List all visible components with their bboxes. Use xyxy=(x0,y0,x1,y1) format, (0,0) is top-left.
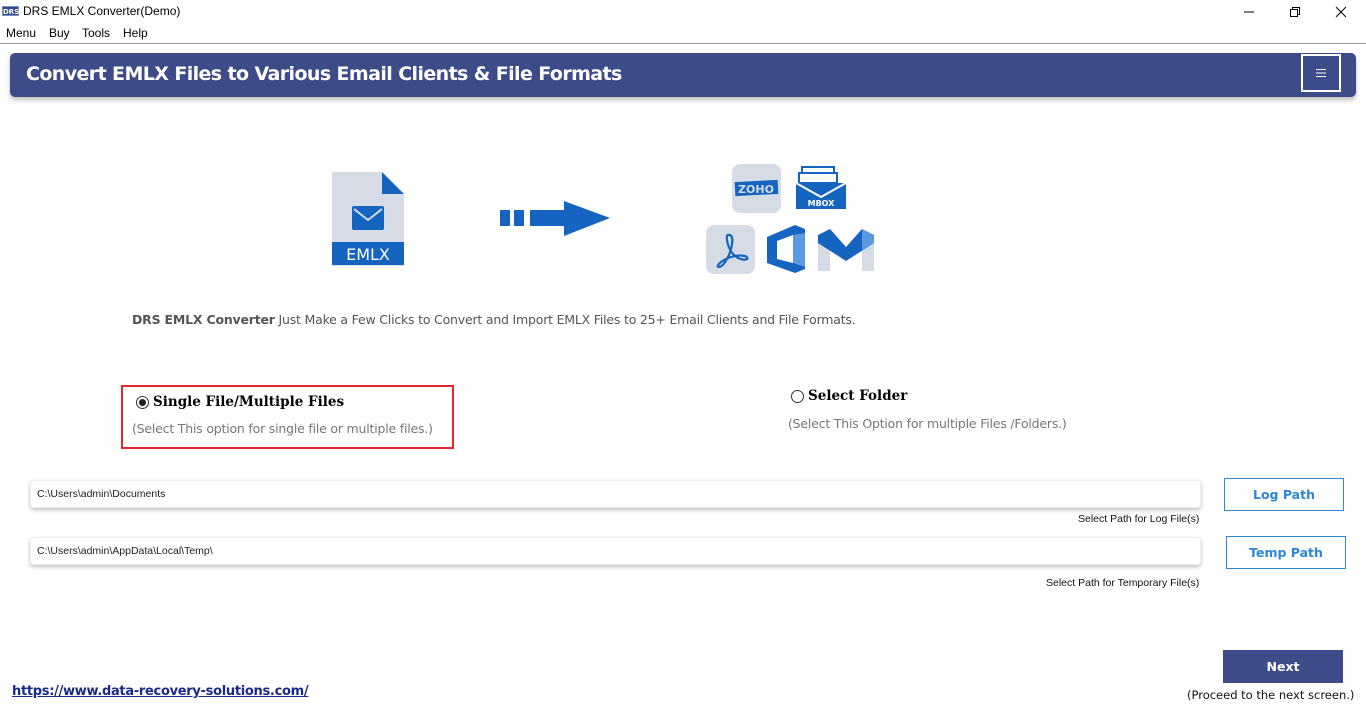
temp-path-button[interactable]: Temp Path xyxy=(1226,536,1346,569)
select-folder-radio[interactable]: Select Folder xyxy=(791,388,907,404)
single-file-label[interactable]: Single File/Multiple Files xyxy=(153,394,344,410)
close-icon xyxy=(1335,6,1347,18)
log-path-input[interactable] xyxy=(30,480,1201,508)
arrow-right-icon xyxy=(500,201,610,236)
select-folder-label[interactable]: Select Folder xyxy=(808,388,907,404)
menu-bar: Menu Buy Tools Help xyxy=(0,24,1366,44)
product-description: DRS EMLX Converter Just Make a Few Click… xyxy=(132,312,856,327)
pdf-icon xyxy=(706,225,755,274)
hamburger-menu-button[interactable] xyxy=(1301,54,1341,92)
log-path-caption: Select Path for Log File(s) xyxy=(1078,513,1200,525)
description-text: Just Make a Few Clicks to Convert and Im… xyxy=(274,312,856,327)
temp-path-input[interactable] xyxy=(30,537,1201,565)
minimize-button[interactable] xyxy=(1226,0,1272,24)
gmail-icon xyxy=(818,229,874,271)
radio-unselected-icon[interactable] xyxy=(791,389,804,403)
next-button[interactable]: Next xyxy=(1223,650,1343,683)
page-title: Convert EMLX Files to Various Email Clie… xyxy=(26,63,622,85)
zoho-icon: ZOHO xyxy=(732,164,781,213)
single-file-radio[interactable]: Single File/Multiple Files xyxy=(136,394,344,410)
temp-path-caption: Select Path for Temporary File(s) xyxy=(1046,577,1200,589)
minimize-icon xyxy=(1244,11,1254,13)
office-icon xyxy=(767,225,805,273)
next-hint: (Proceed to the next screen.) xyxy=(1187,688,1355,702)
mbox-icon: MBOX xyxy=(795,166,847,209)
restore-button[interactable] xyxy=(1272,0,1318,24)
app-logo-icon: DRS xyxy=(2,6,20,16)
menu-item-menu[interactable]: Menu xyxy=(6,26,36,40)
menu-item-buy[interactable]: Buy xyxy=(49,26,70,40)
window-title: DRS EMLX Converter(Demo) xyxy=(23,4,181,18)
target-formats-icons: ZOHO MBOX xyxy=(706,164,874,274)
restore-icon xyxy=(1290,7,1300,17)
menu-item-tools[interactable]: Tools xyxy=(82,26,110,40)
header-banner: Convert EMLX Files to Various Email Clie… xyxy=(10,53,1356,97)
log-path-button[interactable]: Log Path xyxy=(1224,478,1344,511)
product-name: DRS EMLX Converter xyxy=(132,312,275,327)
svg-text:ZOHO: ZOHO xyxy=(738,183,774,196)
hamburger-icon xyxy=(1316,69,1326,77)
title-bar: DRS DRS EMLX Converter(Demo) xyxy=(0,0,1366,24)
close-button[interactable] xyxy=(1318,0,1364,24)
website-link[interactable]: https://www.data-recovery-solutions.com/ xyxy=(12,684,309,699)
menu-item-help[interactable]: Help xyxy=(123,26,148,40)
emlx-label: EMLX xyxy=(346,245,390,264)
select-folder-hint: (Select This Option for multiple Files /… xyxy=(788,416,1067,431)
svg-text:MBOX: MBOX xyxy=(808,199,836,208)
radio-selected-icon[interactable] xyxy=(136,395,149,409)
single-file-hint: (Select This option for single file or m… xyxy=(132,421,433,436)
emlx-file-icon: EMLX xyxy=(332,172,404,266)
